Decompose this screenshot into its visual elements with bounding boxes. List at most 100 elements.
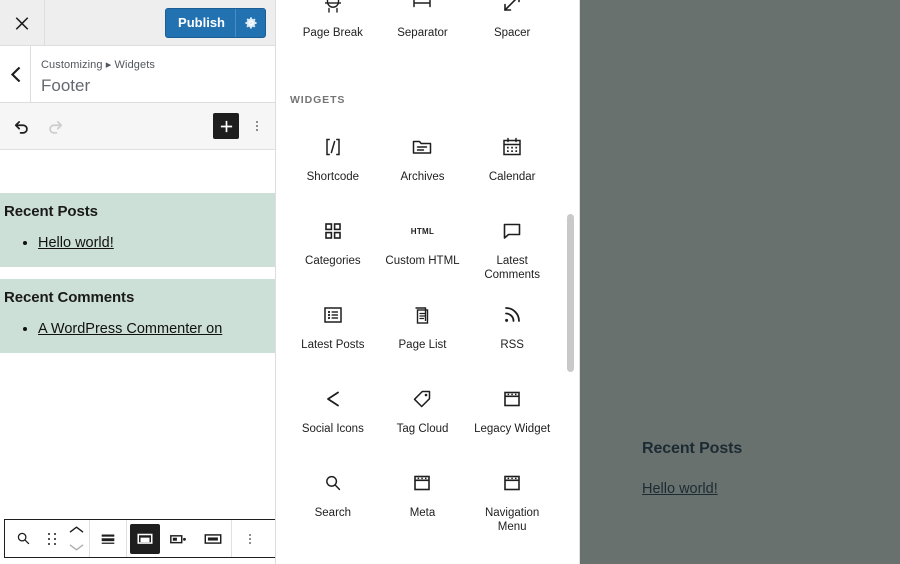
inserter-item-label: Categories: [305, 255, 361, 267]
meta-icon: [410, 468, 434, 498]
legacy-widget-icon: [500, 384, 524, 414]
inserter-item-label: Calendar: [488, 171, 536, 183]
inserter-item-label: Custom HTML: [385, 255, 460, 267]
latest-posts-icon: [321, 300, 345, 330]
inserter-item-tag-cloud[interactable]: Tag Cloud: [378, 380, 468, 464]
inserter-top-grid: Page Break Separator Spacer: [276, 0, 569, 68]
inserter-item-label: Social Icons: [301, 423, 364, 435]
inserter-item-search[interactable]: Search: [288, 464, 378, 548]
publish-button[interactable]: Publish: [165, 7, 266, 38]
inserter-item-spacer[interactable]: Spacer: [467, 0, 557, 68]
gear-icon[interactable]: [235, 8, 265, 37]
kebab-menu-icon[interactable]: [233, 520, 267, 557]
rss-icon: [500, 300, 524, 330]
align-center-icon[interactable]: [91, 520, 125, 557]
customizer-sidebar: Publish Customizing ▸ Widgets Footer Rec…: [0, 0, 276, 564]
button-outside-icon[interactable]: [130, 523, 160, 554]
inserter-item-label: Page List: [398, 339, 447, 351]
list-item[interactable]: Hello world!: [38, 234, 275, 253]
inserter-item-label: Search: [314, 507, 352, 519]
inserter-item-latest-comments[interactable]: Latest Comments: [467, 212, 557, 296]
inserter-scrollbar[interactable]: [566, 0, 577, 564]
publish-button-label: Publish: [178, 14, 225, 30]
widget-canvas: Recent Posts Hello world! Recent Comment…: [0, 150, 275, 564]
inserter-item-separator[interactable]: Separator: [378, 0, 468, 68]
publish-area: Publish: [165, 0, 275, 45]
customizer-app: Publish Customizing ▸ Widgets Footer Rec…: [0, 0, 900, 564]
redo-icon[interactable]: [38, 109, 72, 143]
chevron-down-icon[interactable]: [69, 539, 84, 557]
widget-list: A WordPress Commenter on: [0, 320, 275, 339]
categories-icon: [321, 216, 345, 246]
spacer-icon: [500, 0, 524, 18]
page-title: Footer: [41, 76, 91, 95]
no-button-icon[interactable]: [196, 520, 230, 557]
inserter-item-archives[interactable]: Archives: [378, 128, 468, 212]
header-spacer: [45, 0, 165, 45]
site-preview-pane[interactable]: Recent Posts Hello world!: [580, 0, 900, 564]
inserter-item-navigation-menu[interactable]: Navigation Menu: [467, 464, 557, 548]
inserter-item-rss[interactable]: RSS: [467, 296, 557, 380]
inserter-item-shortcode[interactable]: Shortcode: [288, 128, 378, 212]
inserter-item-social-icons[interactable]: Social Icons: [288, 380, 378, 464]
undo-icon[interactable]: [4, 109, 38, 143]
breadcrumb: Customizing ▸ Widgets: [41, 59, 155, 71]
tag-icon: [410, 384, 434, 414]
inserter-item-latest-posts[interactable]: Latest Posts: [288, 296, 378, 380]
inserter-item-label: RSS: [500, 339, 524, 351]
inserter-item-label: Page Break: [302, 27, 363, 39]
block-toolbar: [4, 519, 275, 558]
search-icon: [322, 468, 344, 498]
chevron-up-icon[interactable]: [69, 521, 84, 539]
inserter-section-title: Widgets: [290, 94, 346, 106]
preview-widget-link[interactable]: Hello world!: [642, 481, 718, 497]
add-block-button[interactable]: [213, 113, 239, 139]
preview-widget-recent-posts: Recent Posts Hello world!: [642, 440, 892, 498]
inserter-item-label: Legacy Widget: [474, 423, 551, 435]
block-toolbar-group-button-position: [127, 520, 232, 557]
customizer-titlebar: Customizing ▸ Widgets Footer: [0, 46, 275, 103]
block-gap: [0, 267, 275, 279]
widget-title: Recent Comments: [4, 289, 135, 306]
list-item[interactable]: A WordPress Commenter on: [38, 320, 275, 339]
inserter-widgets-grid: Shortcode Archives Calendar Categories H…: [276, 128, 569, 548]
inserter-item-categories[interactable]: Categories: [288, 212, 378, 296]
inserter-item-label: Archives: [400, 171, 445, 183]
inserter-item-label: Shortcode: [306, 171, 360, 183]
calendar-icon: [500, 132, 524, 162]
navigation-menu-icon: [500, 468, 524, 498]
drag-handle-icon[interactable]: [40, 520, 64, 557]
customizer-header: Publish: [0, 0, 275, 46]
widget-block-recent-comments[interactable]: Recent Comments A WordPress Commenter on: [0, 279, 275, 353]
widget-link[interactable]: Hello world!: [38, 235, 114, 251]
close-icon[interactable]: [0, 0, 45, 45]
inserter-item-page-list[interactable]: Page List: [378, 296, 468, 380]
customizer-title-group: Customizing ▸ Widgets Footer: [31, 46, 155, 102]
inserter-item-label: Spacer: [493, 27, 531, 39]
widget-block-recent-posts[interactable]: Recent Posts Hello world!: [0, 193, 275, 267]
page-list-icon: [410, 300, 434, 330]
block-toolbar-group-block: [5, 520, 90, 557]
inserter-item-meta[interactable]: Meta: [378, 464, 468, 548]
button-inside-icon[interactable]: [162, 520, 196, 557]
block-editor-toolbar: [0, 103, 275, 150]
inserter-item-calendar[interactable]: Calendar: [467, 128, 557, 212]
block-toolbar-group-align: [90, 520, 127, 557]
separator-icon: [410, 0, 434, 18]
archives-icon: [410, 132, 434, 162]
widget-title: Recent Posts: [4, 203, 98, 220]
inserter-item-label: Latest Posts: [301, 339, 365, 351]
inserter-item-page-break[interactable]: Page Break: [288, 0, 378, 68]
inserter-item-legacy-widget[interactable]: Legacy Widget: [467, 380, 557, 464]
page-break-icon: [321, 0, 345, 18]
widget-link[interactable]: A WordPress Commenter on: [38, 321, 222, 337]
search-icon[interactable]: [6, 520, 40, 557]
inserter-item-label: Latest Comments: [484, 255, 540, 281]
chevron-left-icon[interactable]: [0, 46, 31, 102]
kebab-menu-icon[interactable]: [245, 111, 269, 141]
inserter-item-custom-html[interactable]: HTML Custom HTML: [378, 212, 468, 296]
block-toolbar-group-more: [232, 520, 268, 557]
block-inserter-scroll-area: Page Break Separator Spacer WIDGETS Shor…: [276, 0, 569, 564]
inserter-scrollbar-thumb[interactable]: [567, 214, 574, 372]
shortcode-icon: [321, 132, 345, 162]
